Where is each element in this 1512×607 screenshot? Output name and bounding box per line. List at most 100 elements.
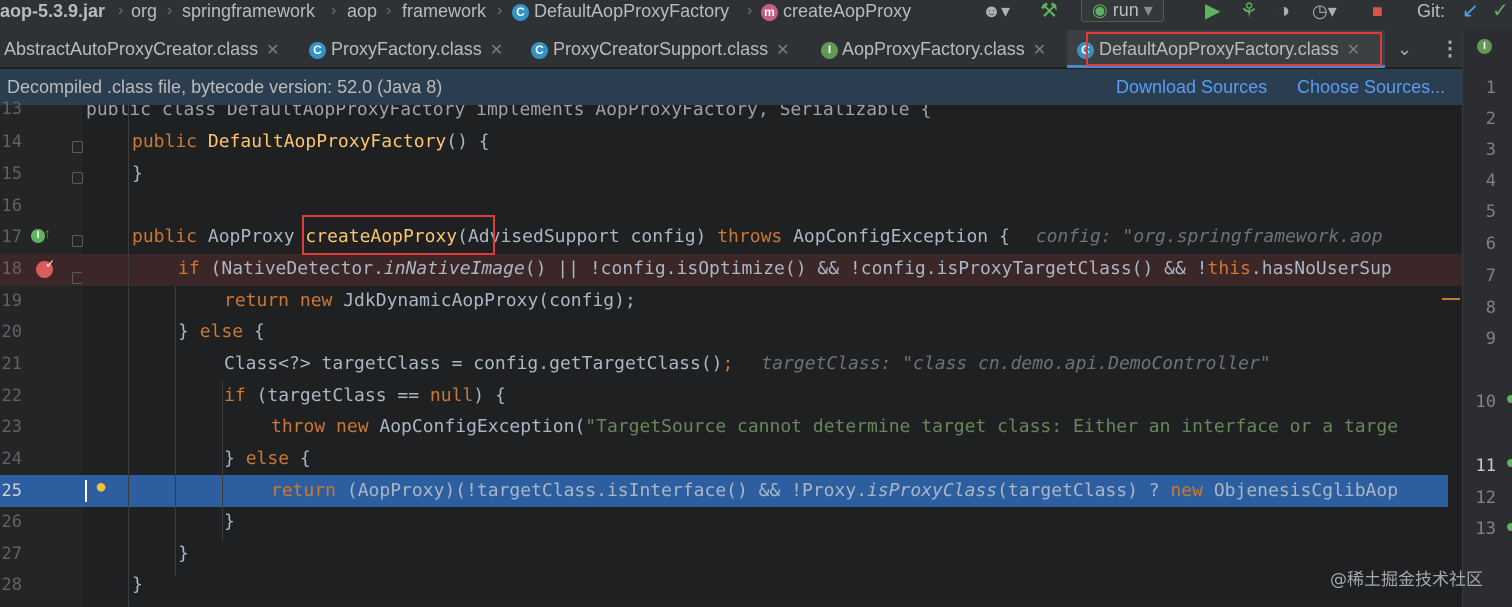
indent-guide (175, 286, 176, 576)
right-line-number: 7 (1485, 266, 1496, 286)
right-line-number: 5 (1485, 202, 1496, 222)
line-number: 22 (1, 386, 22, 406)
line-number: 18 (1, 259, 22, 279)
line-number: 26 (1, 512, 22, 532)
breadcrumb-method[interactable]: m createAopProxy (761, 0, 911, 26)
code-token: this (1207, 258, 1251, 279)
code-line-18: if (NativeDetector.inNativeImage() || !c… (178, 253, 1392, 285)
code-editor[interactable]: ● public class DefaultAopProxyFactory im… (82, 105, 1462, 607)
code-token: AopConfigException { (793, 226, 1010, 247)
code-token: isProxyClass (867, 480, 998, 501)
code-token: else (245, 448, 300, 469)
chevron-right-icon: › (386, 2, 392, 19)
close-icon[interactable]: ✕ (776, 42, 789, 59)
code-token: if (224, 385, 257, 406)
tab-list-chevron-icon[interactable]: ⌄ (1397, 30, 1412, 68)
code-token: inNativeImage (383, 258, 525, 279)
user-icon[interactable]: ☻▾ (982, 0, 1010, 26)
close-icon[interactable]: ✕ (1033, 42, 1046, 59)
more-options-icon[interactable]: ⋮ (1440, 30, 1460, 68)
run-config-icon: ◉ (1092, 0, 1108, 20)
interface-icon: I (821, 41, 838, 59)
code-token: throw new (271, 416, 380, 437)
breadcrumb-jar[interactable]: aop-5.3.9.jar (0, 0, 105, 26)
tab-label: ProxyCreatorSupport.class (553, 39, 769, 59)
right-line-number: 4 (1485, 171, 1496, 191)
tab-aop-proxy-factory[interactable]: I AopProxyFactory.class ✕ (811, 30, 1067, 68)
code-token: } (178, 321, 200, 342)
code-token: null (429, 385, 474, 406)
method-icon: m (761, 3, 778, 21)
code-token: } (132, 574, 143, 595)
git-label: Git: (1417, 1, 1446, 21)
choose-sources-link[interactable]: Choose Sources... (1297, 69, 1445, 105)
breadcrumb-springframework[interactable]: springframework (182, 0, 315, 26)
error-stripe-mark (1442, 298, 1460, 300)
decompiled-notice-text: Decompiled .class file, bytecode version… (7, 77, 443, 97)
code-token: } (224, 448, 246, 469)
tab-proxy-creator-support[interactable]: C ProxyCreatorSupport.class ✕ (521, 30, 811, 68)
code-token: DefaultAopProxyFactory (207, 131, 447, 152)
close-icon[interactable]: ✕ (266, 42, 279, 59)
tab-label: ProxyFactory.class (331, 39, 482, 59)
line-number: 27 (1, 544, 22, 564)
build-hammer-icon[interactable]: ⚒ (1040, 0, 1058, 26)
code-line-20: } else { (178, 316, 265, 348)
code-token: () || !config.isOptimize() && !config.is… (524, 258, 1208, 279)
stop-icon[interactable]: ■ (1372, 0, 1383, 26)
code-token: (targetClass == (256, 385, 430, 406)
inline-debug-hint: targetClass: "class cn.demo.api.DemoCont… (761, 353, 1271, 374)
code-line-28: } (132, 569, 143, 601)
code-token: new (1170, 480, 1214, 501)
decompiled-notice-bar: Decompiled .class file, bytecode version… (0, 69, 1462, 105)
close-icon[interactable]: ✕ (490, 42, 503, 59)
code-token: { (253, 321, 265, 342)
inline-debug-hint: config: "org.springframework.aop (1035, 226, 1383, 247)
tab-abstract-auto-proxy-creator[interactable]: AbstractAutoProxyCreator.class ✕ (0, 30, 297, 68)
code-token: ) { (473, 385, 506, 406)
lightbulb-icon[interactable]: ● (95, 476, 107, 499)
download-sources-link[interactable]: Download Sources (1116, 69, 1267, 105)
code-token: JdkDynamicAopProxy(config); (343, 290, 636, 311)
code-token: if (178, 258, 211, 279)
split-editor-gutter: I 1 2 3 4 5 6 7 8 9 10 11 12 13 (1462, 30, 1512, 607)
code-token: public (132, 131, 208, 152)
code-line-27: } (178, 538, 189, 570)
git-commit-icon[interactable]: ✓ (1492, 0, 1509, 26)
tab-proxy-factory[interactable]: C ProxyFactory.class ✕ (297, 30, 521, 68)
coverage-icon[interactable]: ◑ (1278, 0, 1290, 26)
run-icon[interactable]: ▶ (1205, 0, 1220, 26)
code-token: (NativeDetector. (210, 258, 384, 279)
change-marker (1507, 395, 1512, 403)
implements-icon[interactable]: I (31, 229, 45, 243)
profile-icon[interactable]: ◷▾ (1312, 0, 1337, 26)
chevron-down-icon: ▾ (1143, 0, 1153, 20)
line-gutter: 13 14 15 16 17 18 19 20 21 22 23 24 25 2… (0, 99, 83, 607)
code-token: return new (224, 290, 344, 311)
code-token: (targetClass) ? (997, 480, 1171, 501)
run-config-label: run (1112, 0, 1139, 20)
right-line-number: 1 (1485, 78, 1496, 98)
right-line-number: 9 (1485, 329, 1496, 349)
breadcrumb-aop[interactable]: aop (347, 0, 377, 26)
breadcrumb-method-label: createAopProxy (783, 1, 912, 21)
code-token: throws (717, 226, 794, 247)
debug-icon[interactable]: ⚘ (1240, 0, 1258, 26)
line-number: 21 (1, 354, 22, 374)
code-token: AopProxy (207, 226, 306, 247)
line-number: 19 (1, 291, 22, 311)
chevron-right-icon: › (497, 2, 503, 19)
code-line-22: if (targetClass == null) { (224, 380, 506, 412)
indent-guide (128, 105, 129, 607)
line-number: 13 (1, 99, 22, 119)
checkmark-icon: ✓ (45, 257, 56, 271)
breadcrumb-class[interactable]: C DefaultAopProxyFactory (512, 0, 729, 26)
code-token: } (178, 543, 189, 564)
run-config-select[interactable]: ◉ run ▾ (1081, 0, 1164, 22)
breadcrumb-org[interactable]: org (131, 0, 157, 26)
chevron-right-icon: › (118, 2, 124, 19)
git-update-icon[interactable]: ↙ (1462, 0, 1479, 26)
class-icon: C (309, 41, 326, 59)
breadcrumb-framework[interactable]: framework (402, 0, 486, 26)
code-token: ; (722, 353, 734, 374)
